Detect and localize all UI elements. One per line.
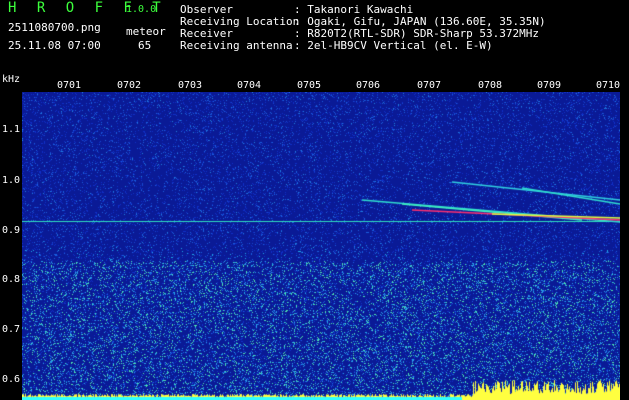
x-tick-label: 0701 [57, 80, 82, 91]
info-antenna-label: Receiving antenna [180, 39, 293, 52]
x-tick-label: 0706 [356, 80, 381, 91]
y-tick-label: 0.9 [2, 225, 21, 236]
spectrogram-plot [22, 92, 620, 400]
y-tick-label: 0.7 [2, 324, 21, 335]
x-tick-label: 0704 [237, 80, 262, 91]
x-tick-label: 0708 [478, 80, 503, 91]
info-antenna-value: : 2el-HB9CV Vertical (el. E-W) [294, 39, 493, 52]
filename-label: 2511080700.png [8, 21, 101, 34]
y-tick-label: 1.0 [2, 175, 21, 186]
x-tick-label: 0707 [417, 80, 442, 91]
y-tick-label: 0.8 [2, 274, 21, 285]
spectrogram-canvas [22, 92, 620, 400]
datetime-label: 25.11.08 07:00 [8, 39, 101, 52]
meteor-label: meteor [126, 25, 166, 38]
y-axis-unit: kHz [2, 74, 21, 85]
y-tick-label: 0.6 [2, 374, 21, 385]
x-tick-label: 0709 [537, 80, 562, 91]
x-tick-label: 0705 [297, 80, 322, 91]
meteor-count: 65 [138, 39, 152, 52]
x-tick-label: 0703 [178, 80, 203, 91]
x-tick-label: 0710 [596, 80, 621, 91]
x-tick-label: 0702 [117, 80, 142, 91]
version-label: 1.0.0 [126, 4, 157, 15]
y-tick-label: 1.1 [2, 124, 21, 135]
